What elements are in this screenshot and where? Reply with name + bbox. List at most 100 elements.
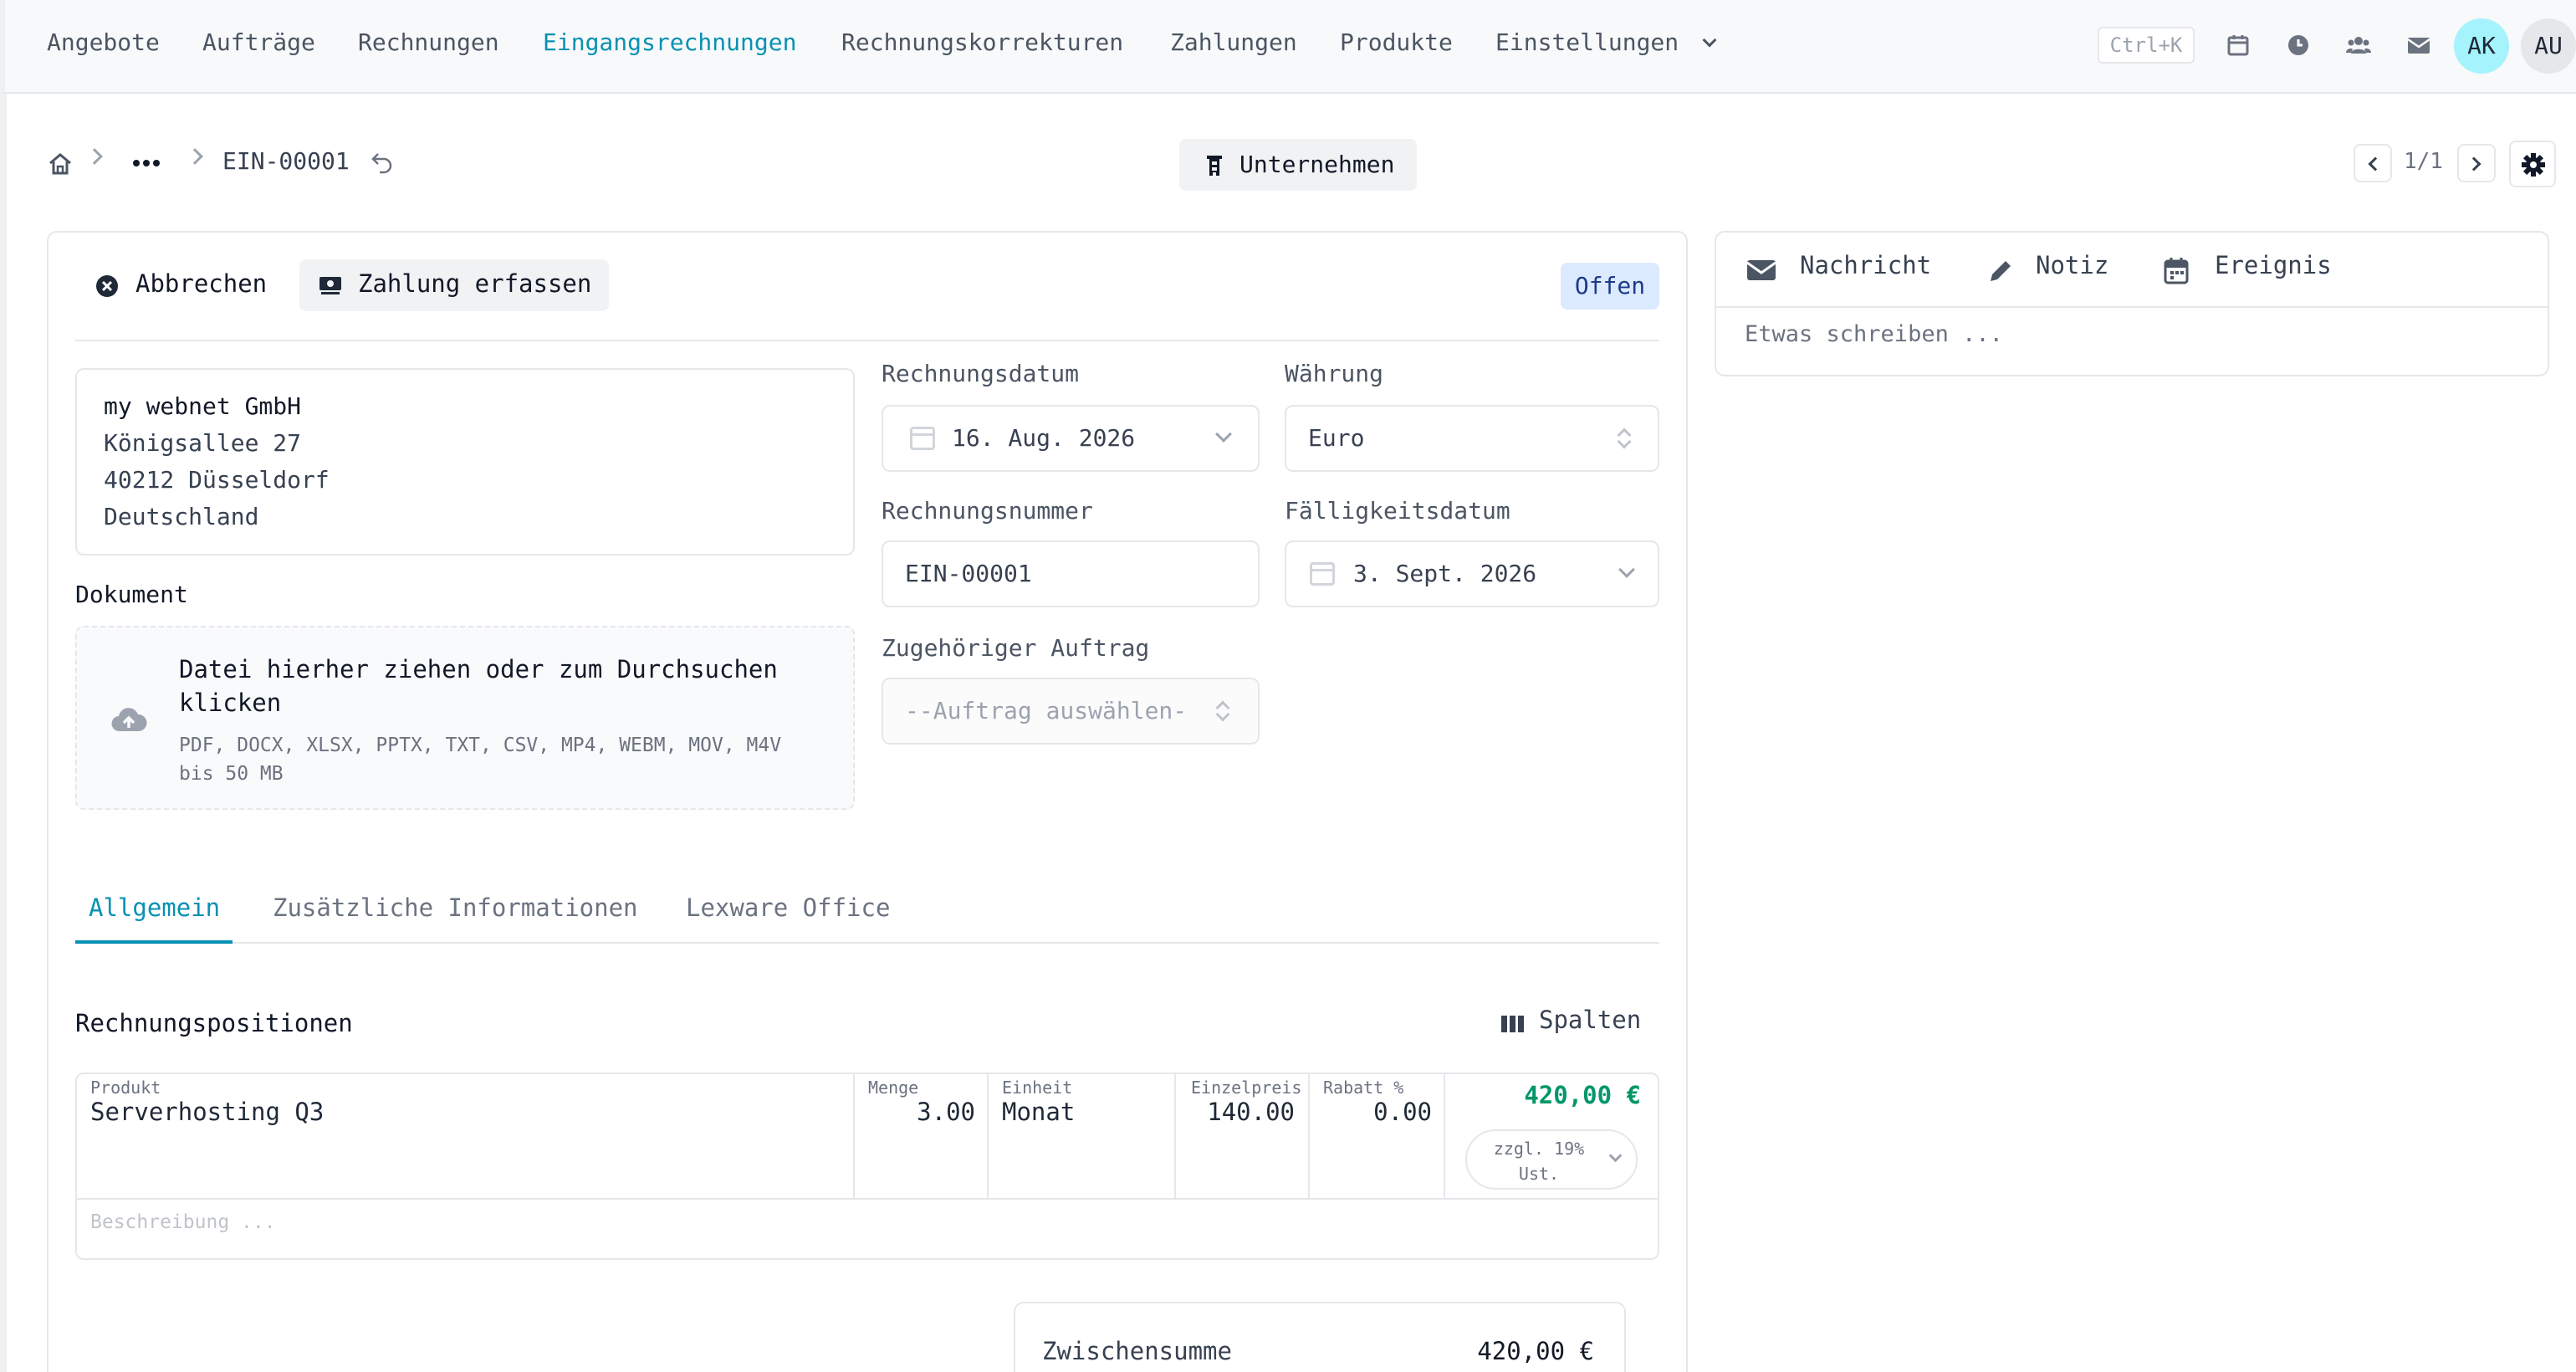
team-icon[interactable] [2345, 32, 2372, 59]
note-tab-label: Notiz [2036, 251, 2109, 279]
pager-next-button[interactable] [2457, 144, 2496, 182]
divider [75, 340, 1659, 341]
avatar-ak[interactable]: AK [2454, 18, 2509, 74]
more-icon[interactable] [132, 159, 161, 167]
header-quantity: Menge [868, 1078, 919, 1098]
column-divider [1444, 1074, 1445, 1200]
pager-prev-button[interactable] [2354, 144, 2392, 182]
left-rail [0, 94, 7, 1372]
currency-value: Euro [1308, 424, 1365, 452]
tab-allgemein[interactable]: Allgemein [89, 893, 220, 922]
address-line-street: Königsallee 27 [104, 429, 302, 457]
note-tab[interactable]: Notiz [1987, 251, 2129, 291]
record-payment-button[interactable]: Zahlung erfassen [299, 259, 609, 311]
clock-icon[interactable] [2285, 32, 2312, 59]
invoice-date-field[interactable]: 16. Aug. 2026 [882, 405, 1260, 472]
event-tab[interactable]: Ereignis [2163, 251, 2347, 291]
subtotal-label: Zwischensumme [1042, 1337, 1232, 1365]
subtotal-value: 420,00 € [1477, 1337, 1594, 1365]
unit-input[interactable]: Monat [1002, 1098, 1075, 1126]
currency-select[interactable]: Euro [1285, 405, 1659, 472]
cancel-button-label: Abbrechen [135, 269, 268, 298]
quantity-input[interactable]: 3.00 [868, 1098, 975, 1126]
file-dropzone[interactable]: Datei hierher ziehen oder zum Durchsuche… [75, 626, 855, 810]
divider [1716, 306, 2548, 308]
company-button-label: Unternehmen [1239, 151, 1395, 178]
nav-item-zahlungen[interactable]: Zahlungen [1170, 28, 1297, 56]
order-select[interactable]: --Auftrag auswählen- [882, 678, 1260, 745]
undo-icon[interactable] [370, 149, 395, 174]
supplier-address[interactable]: my webnet GmbH Königsallee 27 40212 Düss… [75, 368, 855, 555]
invoice-number-label: Rechnungsnummer [882, 497, 1093, 525]
due-date-field[interactable]: 3. Sept. 2026 [1285, 540, 1659, 607]
close-circle-icon [95, 274, 119, 298]
description-input[interactable]: Beschreibung ... [90, 1211, 276, 1233]
invoice-number-input[interactable]: EIN-00001 [882, 540, 1260, 607]
due-date-label: Fälligkeitsdatum [1285, 497, 1510, 525]
message-tab[interactable]: Nachricht [1746, 251, 1939, 291]
mail-icon[interactable] [2405, 32, 2432, 59]
totals-card: Zwischensumme 420,00 € [1014, 1302, 1626, 1372]
unit-price-input[interactable]: 140.00 [1188, 1098, 1295, 1126]
nav-item-eingangsrechnungen[interactable]: Eingangsrechnungen [543, 28, 796, 56]
chevron-down-icon [1608, 1149, 1623, 1163]
order-placeholder: --Auftrag auswählen- [905, 697, 1188, 724]
dropzone-title: Datei hierher ziehen oder zum Durchsuche… [179, 655, 778, 717]
company-button[interactable]: Unternehmen [1179, 139, 1417, 191]
nav-item-angebote[interactable]: Angebote [47, 28, 160, 56]
event-tab-label: Ereignis [2215, 251, 2332, 279]
breadcrumb-current: EIN-00001 [222, 147, 350, 175]
select-arrows-icon [1216, 699, 1228, 721]
discount-input[interactable]: 0.00 [1321, 1098, 1432, 1126]
breadcrumb-separator [187, 148, 203, 165]
tab-zusaetzliche-informationen[interactable]: Zusätzliche Informationen [273, 893, 638, 922]
tax-select[interactable]: zzgl. 19% Ust. [1465, 1129, 1638, 1190]
product-input[interactable]: Serverhosting Q3 [90, 1098, 324, 1126]
nav-item-einstellungen[interactable]: Einstellungen [1495, 28, 1717, 56]
cash-icon [318, 274, 343, 296]
chevron-down-icon [1702, 33, 1717, 48]
cancel-button[interactable]: Abbrechen [87, 266, 288, 306]
building-icon [1203, 152, 1226, 177]
chevron-down-icon [1215, 426, 1232, 443]
line-total: 420,00 € [1524, 1081, 1641, 1109]
nav-item-produkte[interactable]: Produkte [1340, 28, 1453, 56]
calendar-icon [2163, 256, 2190, 284]
dropzone-hint: PDF, DOCX, XLSX, PPTX, TXT, CSV, MP4, WE… [179, 735, 782, 785]
header-product: Produkt [90, 1078, 161, 1098]
column-divider [987, 1074, 989, 1200]
tax-line-2: Ust. [1518, 1164, 1560, 1184]
nav-item-rechnungen[interactable]: Rechnungen [358, 28, 499, 56]
nav-item-auftraege[interactable]: Aufträge [202, 28, 315, 56]
order-label: Zugehöriger Auftrag [882, 634, 1150, 662]
select-arrows-icon [1618, 427, 1629, 448]
search-shortcut[interactable]: Ctrl+K [2098, 27, 2195, 64]
tabs-divider [75, 942, 1659, 944]
tab-lexware-office[interactable]: Lexware Office [686, 893, 890, 922]
address-line-company: my webnet GmbH [104, 392, 302, 420]
chevron-right-icon [2466, 156, 2481, 172]
gear-icon [2520, 151, 2547, 178]
header-unit: Einheit [1002, 1078, 1073, 1098]
calendar-icon [1310, 562, 1335, 586]
avatar-au[interactable]: AU [2521, 18, 2576, 74]
settings-button[interactable] [2509, 141, 2556, 187]
columns-button[interactable]: Spalten [1497, 1006, 1664, 1042]
nav-item-einstellungen-label: Einstellungen [1495, 28, 1679, 56]
message-tab-label: Nachricht [1800, 251, 1932, 279]
columns-icon [1500, 1014, 1526, 1034]
invoice-date-label: Rechnungsdatum [882, 360, 1080, 387]
nav-item-rechnungskorrekturen[interactable]: Rechnungskorrekturen [841, 28, 1123, 56]
active-tab-indicator [75, 940, 233, 944]
activity-input[interactable]: Etwas schreiben ... [1745, 321, 2003, 347]
address-line-country: Deutschland [104, 503, 259, 530]
record-payment-label: Zahlung erfassen [358, 269, 592, 298]
columns-button-label: Spalten [1539, 1006, 1642, 1034]
pencil-icon [1987, 258, 2014, 284]
calendar-icon[interactable] [2225, 32, 2251, 59]
column-divider [1174, 1074, 1176, 1200]
home-icon[interactable] [47, 151, 74, 177]
column-divider [1308, 1074, 1310, 1200]
chevron-down-icon [1618, 561, 1635, 578]
positions-title: Rechnungspositionen [75, 1009, 353, 1037]
